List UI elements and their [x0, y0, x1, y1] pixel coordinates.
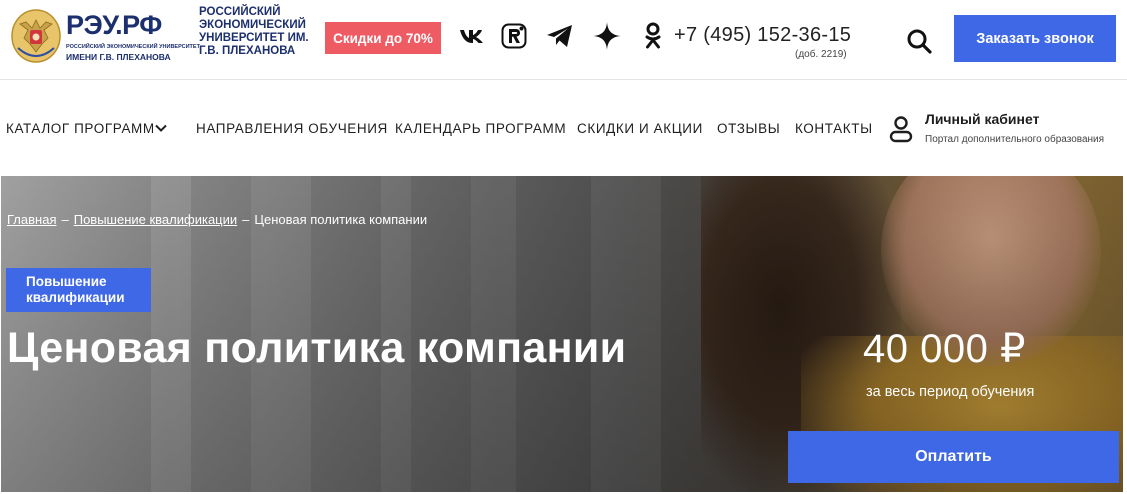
site-logo[interactable]: РЭУ.РФ РОССИЙСКИЙ ЭКОНОМИЧЕСКИЙ УНИВЕРСИ… [8, 6, 200, 66]
course-price: 40 000 ₽ [863, 327, 1026, 371]
logo-text: РЭУ.РФ [66, 10, 162, 40]
breadcrumb-category[interactable]: Повышение квалификации [74, 212, 237, 227]
nav-item-catalog[interactable]: КАТАЛОГ ПРОГРАММ [6, 121, 155, 136]
nav-item-reviews[interactable]: ОТЗЫВЫ [717, 121, 780, 136]
breadcrumb: Главная – Повышение квалификации – Ценовая п… [7, 212, 427, 227]
hero-banner: Главная – Повышение квалификации – Ценовая п… [1, 176, 1123, 492]
personal-cabinet-subtitle: Портал дополнительного образования [925, 134, 1105, 145]
phone-extension: (доб. 2219) [795, 49, 847, 60]
personal-cabinet-link[interactable]: Личный кабинет [925, 111, 1039, 127]
breadcrumb-separator: – [242, 212, 250, 227]
category-badge: Повышение квалификации [6, 268, 151, 312]
nav-item-contacts[interactable]: КОНТАКТЫ [795, 121, 873, 136]
rutube-icon[interactable] [499, 20, 529, 52]
breadcrumb-home[interactable]: Главная [7, 212, 56, 227]
chevron-down-icon[interactable] [154, 121, 168, 135]
university-name: РОССИЙСКИЙ ЭКОНОМИЧЕСКИЙ УНИВЕРСИТЕТ ИМ.… [199, 6, 309, 57]
coat-of-arms-icon [11, 9, 61, 63]
nav-item-calendar[interactable]: КАЛЕНДАРЬ ПРОГРАММ [395, 121, 566, 136]
logo-subtitle-name: ИМЕНИ Г.В. ПЛЕХАНОВА [66, 52, 171, 62]
breadcrumb-separator: – [61, 212, 69, 227]
user-icon[interactable] [888, 115, 914, 143]
logo-subtitle: РОССИЙСКИЙ ЭКОНОМИЧЕСКИЙ УНИВЕРСИТЕТ [66, 44, 200, 50]
dzen-icon[interactable] [592, 20, 622, 52]
odnoklassniki-icon[interactable] [638, 20, 668, 52]
page-title: Ценовая политика компании [7, 324, 627, 372]
vk-icon[interactable] [457, 20, 487, 52]
telegram-icon[interactable] [545, 20, 575, 52]
search-icon[interactable] [905, 27, 933, 55]
breadcrumb-current: Ценовая политика компании [254, 212, 428, 227]
main-nav: КАТАЛОГ ПРОГРАММ НАПРАВЛЕНИЯ ОБУЧЕНИЯ КА… [0, 81, 1127, 175]
pay-button[interactable]: Оплатить [788, 431, 1119, 483]
price-note: за весь период обучения [866, 384, 1035, 400]
nav-item-directions[interactable]: НАПРАВЛЕНИЯ ОБУЧЕНИЯ [196, 121, 388, 136]
phone-number[interactable]: +7 (495) 152-36-15 [674, 24, 851, 47]
nav-item-discounts[interactable]: СКИДКИ И АКЦИИ [577, 121, 703, 136]
order-callback-button[interactable]: Заказать звонок [954, 15, 1116, 62]
top-header: РЭУ.РФ РОССИЙСКИЙ ЭКОНОМИЧЕСКИЙ УНИВЕРСИ… [0, 0, 1127, 80]
discount-promo-button[interactable]: Скидки до 70% [325, 22, 441, 54]
